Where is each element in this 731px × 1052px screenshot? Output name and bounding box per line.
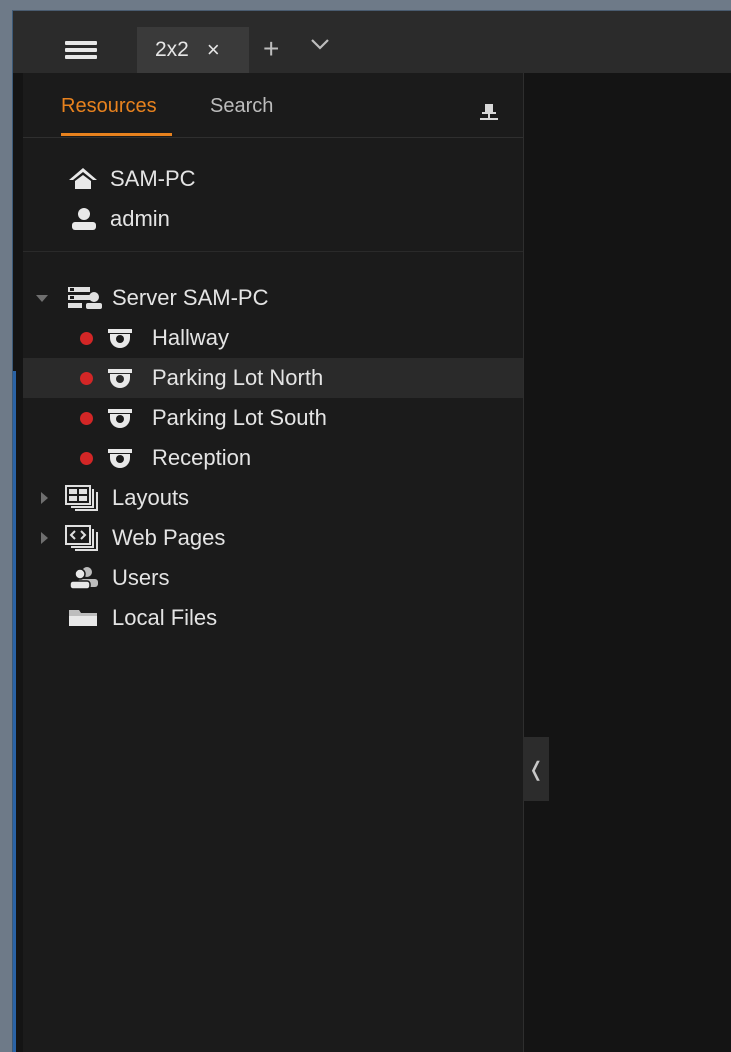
user-item[interactable]: admin [23, 199, 523, 239]
current-session-section: SAM-PC admin [23, 137, 523, 252]
offline-status-dot [80, 452, 93, 465]
camera-icon [107, 406, 133, 430]
layout-tab-2x2[interactable]: 2x2 × [137, 27, 249, 73]
scene-viewport[interactable] [525, 73, 731, 1052]
tab-resources[interactable]: Resources [61, 95, 157, 118]
server-icon [67, 285, 103, 311]
camera-label: Parking Lot North [152, 365, 324, 390]
camera-icon [107, 326, 133, 350]
tab-search[interactable]: Search [210, 95, 273, 118]
user-name: admin [110, 206, 170, 231]
tree-local-files-item[interactable]: Local Files [23, 598, 523, 638]
hamburger-icon [65, 41, 97, 59]
resource-panel: Resources Search SAM-PC admin Server SAM… [23, 73, 524, 1052]
layouts-label: Layouts [112, 485, 190, 510]
web-pages-icon [65, 525, 101, 551]
title-bar: 2x2 × + [13, 11, 731, 73]
offline-status-dot [80, 372, 93, 385]
user-icon [69, 207, 99, 231]
camera-item-selected[interactable]: Parking Lot North [23, 358, 523, 398]
collapsed-arrow-icon[interactable] [39, 491, 49, 505]
camera-icon [107, 446, 133, 470]
tree-webpages-item[interactable]: Web Pages [23, 518, 523, 558]
users-icon [67, 566, 101, 590]
folder-icon [67, 606, 101, 630]
camera-icon [107, 366, 133, 390]
tree-layouts-item[interactable]: Layouts [23, 478, 523, 518]
collapsed-arrow-icon[interactable] [39, 531, 49, 545]
close-tab-icon[interactable]: × [207, 39, 220, 61]
camera-label: Hallway [152, 325, 230, 350]
chevron-left-icon: ❬ [527, 758, 545, 781]
tree-server-item[interactable]: Server SAM-PC [23, 278, 523, 318]
app-window: 2x2 × + Resources Search SAM-PC admin Se… [12, 10, 731, 1052]
offline-status-dot [80, 332, 93, 345]
local-files-label: Local Files [112, 605, 218, 630]
camera-item[interactable]: Hallway [23, 318, 523, 358]
expanded-arrow-icon[interactable] [35, 293, 49, 303]
system-item[interactable]: SAM-PC [23, 159, 523, 199]
users-label: Users [112, 565, 170, 590]
offline-status-dot [80, 412, 93, 425]
server-label: Server SAM-PC [112, 285, 269, 310]
camera-item[interactable]: Reception [23, 438, 523, 478]
tree-users-item[interactable]: Users [23, 558, 523, 598]
add-tab-button[interactable]: + [263, 35, 279, 63]
web-pages-label: Web Pages [112, 525, 226, 550]
camera-label: Reception [152, 445, 252, 470]
tab-label: 2x2 [155, 38, 189, 61]
tab-list-chevron-down-icon[interactable] [309, 33, 331, 60]
camera-label: Parking Lot South [152, 405, 327, 430]
layouts-icon [65, 485, 101, 511]
active-tab-indicator [61, 133, 172, 136]
pin-icon[interactable] [479, 103, 499, 126]
window-edge-accent [13, 371, 16, 1052]
panel-tabs: Resources Search [23, 73, 523, 138]
camera-item[interactable]: Parking Lot South [23, 398, 523, 438]
system-name: SAM-PC [110, 166, 196, 191]
collapse-panel-handle[interactable]: ❬ [523, 737, 549, 801]
home-icon [67, 167, 99, 191]
main-menu-button[interactable] [47, 27, 143, 73]
